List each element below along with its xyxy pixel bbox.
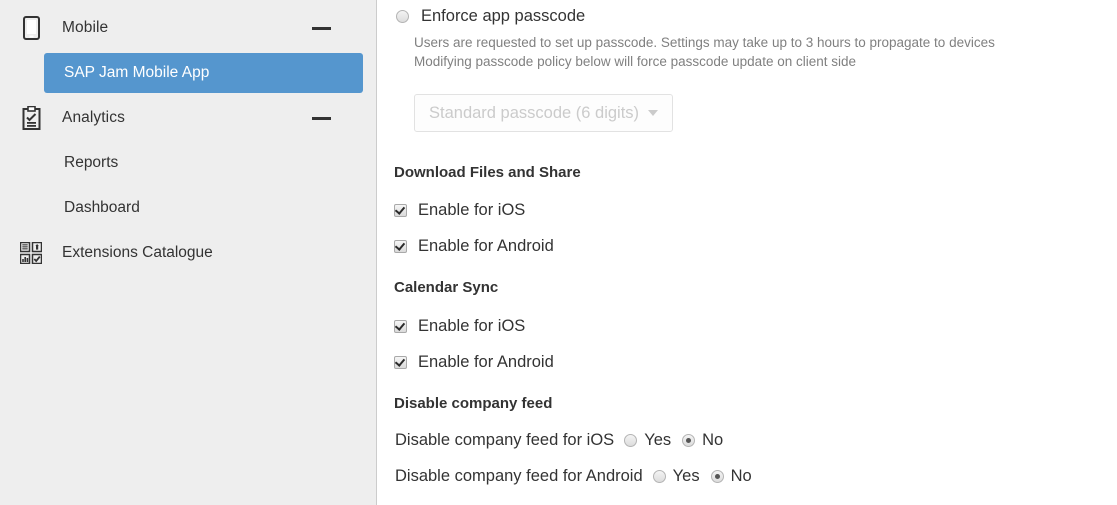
passcode-description-line-2: Modifying passcode policy below will for…: [414, 54, 856, 69]
collapse-toggle-mobile[interactable]: [310, 17, 332, 39]
disable-feed-ios-prompt: Disable company feed for iOS: [395, 431, 615, 449]
enforce-app-passcode-label: Enforce app passcode: [421, 7, 586, 25]
sidebar-item-sap-jam-mobile-app[interactable]: SAP Jam Mobile App: [44, 53, 363, 93]
disable-feed-android-yes-radio[interactable]: [652, 470, 666, 483]
enforce-app-passcode-row[interactable]: Enforce app passcode: [396, 7, 585, 26]
minus-icon: [311, 26, 331, 30]
extensions-grid-icon: [18, 240, 44, 266]
disable-feed-android-no-option[interactable]: No: [710, 467, 752, 486]
collapse-toggle-analytics[interactable]: [310, 107, 332, 129]
checkbox-row-download-ios[interactable]: Enable for iOS: [394, 201, 525, 220]
download-enable-ios-checkbox[interactable]: [394, 204, 407, 217]
disable-feed-ios-no-radio[interactable]: [682, 434, 696, 447]
disable-feed-android-no-radio[interactable]: [710, 470, 724, 483]
caret-down-icon: [648, 110, 659, 116]
sidebar-navigation: Mobile SAP Jam Mobile App Analytics Repo…: [0, 0, 377, 505]
sidebar-item-extensions-catalogue[interactable]: Extensions Catalogue: [0, 237, 377, 269]
enforce-app-passcode-radio[interactable]: [396, 10, 409, 23]
download-enable-ios-label: Enable for iOS: [418, 201, 526, 219]
disable-feed-android-prompt: Disable company feed for Android: [395, 467, 643, 485]
disable-feed-row-ios[interactable]: Disable company feed for iOS Yes No: [395, 431, 734, 450]
disable-feed-row-android[interactable]: Disable company feed for Android Yes No: [395, 467, 763, 486]
mobile-phone-icon: [18, 15, 44, 41]
sidebar-item-label: Extensions Catalogue: [62, 244, 213, 261]
checkbox-row-download-android[interactable]: Enable for Android: [394, 237, 554, 256]
sidebar-item-label: Dashboard: [64, 199, 140, 216]
passcode-policy-dropdown[interactable]: Standard passcode (6 digits): [414, 94, 674, 132]
download-enable-android-label: Enable for Android: [418, 237, 554, 255]
minus-icon: [311, 116, 331, 120]
sidebar-item-dashboard[interactable]: Dashboard: [44, 188, 363, 228]
checkbox-row-calendar-android[interactable]: Enable for Android: [394, 353, 554, 372]
settings-content: Enforce app passcode Users are requested…: [377, 0, 1117, 505]
clipboard-check-icon: [18, 105, 44, 131]
calendar-enable-ios-label: Enable for iOS: [418, 317, 526, 335]
disable-feed-ios-yes-radio[interactable]: [624, 434, 638, 447]
sidebar-item-label: Reports: [64, 154, 119, 171]
sidebar-group-analytics[interactable]: Analytics: [0, 101, 377, 135]
disable-feed-android-yes-option[interactable]: Yes: [652, 467, 700, 486]
section-heading-calendar-sync: Calendar Sync: [394, 279, 499, 296]
passcode-description-line-1: Users are requested to set up passcode. …: [414, 35, 995, 50]
disable-feed-ios-yes-option[interactable]: Yes: [624, 431, 671, 450]
settings-page: Mobile SAP Jam Mobile App Analytics Repo…: [0, 0, 1117, 505]
disable-feed-ios-yes-label: Yes: [644, 431, 672, 449]
sidebar-item-label: SAP Jam Mobile App: [64, 64, 210, 81]
sidebar-group-mobile[interactable]: Mobile: [0, 11, 377, 45]
calendar-enable-android-label: Enable for Android: [418, 353, 554, 371]
section-heading-disable-company-feed: Disable company feed: [394, 395, 553, 412]
sidebar-group-label-analytics: Analytics: [62, 109, 125, 126]
download-enable-android-checkbox[interactable]: [394, 240, 407, 253]
section-heading-download-files-and-share: Download Files and Share: [394, 164, 581, 181]
checkbox-row-calendar-ios[interactable]: Enable for iOS: [394, 317, 525, 336]
sidebar-item-reports[interactable]: Reports: [44, 143, 363, 183]
disable-feed-android-no-label: No: [730, 467, 752, 485]
disable-feed-ios-no-label: No: [702, 431, 724, 449]
sidebar-group-label-mobile: Mobile: [62, 19, 109, 36]
calendar-enable-ios-checkbox[interactable]: [394, 320, 407, 333]
calendar-enable-android-checkbox[interactable]: [394, 356, 407, 369]
disable-feed-ios-no-option[interactable]: No: [682, 431, 723, 450]
passcode-description: Users are requested to set up passcode. …: [414, 33, 995, 71]
passcode-policy-dropdown-value: Standard passcode (6 digits): [429, 103, 640, 122]
disable-feed-android-yes-label: Yes: [672, 467, 700, 485]
